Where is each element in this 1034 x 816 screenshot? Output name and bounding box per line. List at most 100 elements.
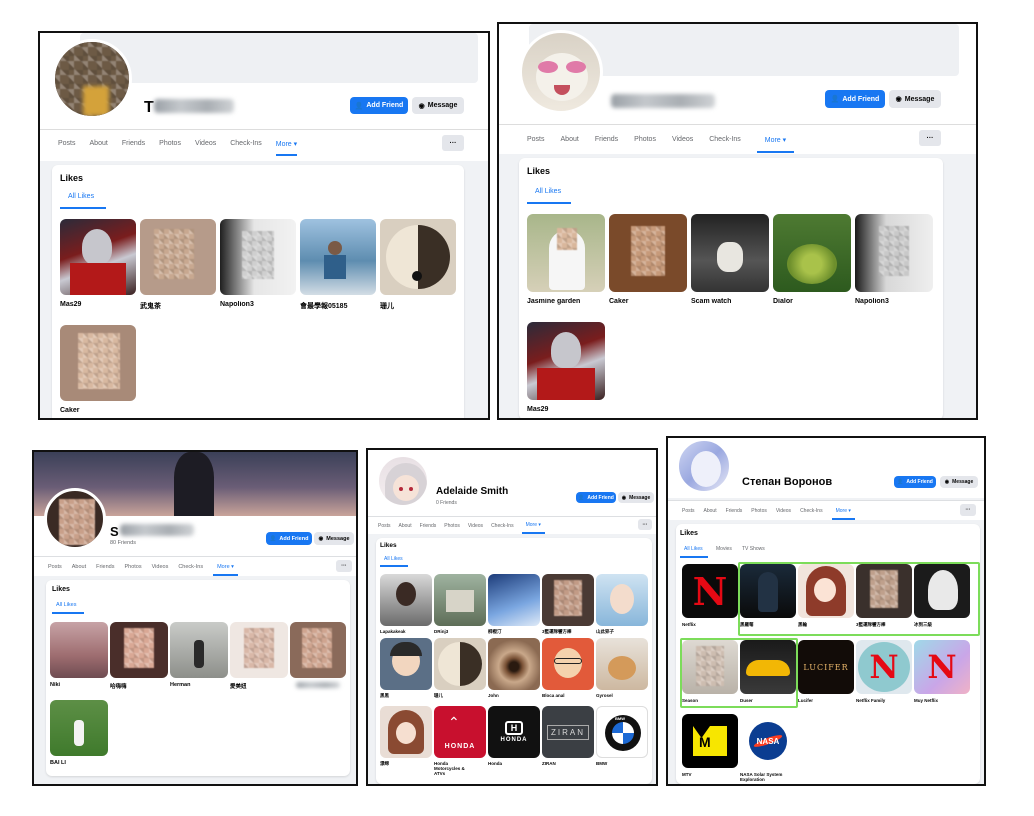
- like-label[interactable]: BMW: [596, 761, 607, 766]
- add-friend-button[interactable]: 👤 Add Friend: [266, 532, 312, 545]
- like-label[interactable]: Mas29: [527, 406, 605, 413]
- like-thumbnail[interactable]: [50, 622, 108, 678]
- message-button[interactable]: ◉ Message: [940, 476, 978, 488]
- like-thumbnail[interactable]: [542, 574, 594, 626]
- tab-posts[interactable]: Posts: [527, 136, 545, 143]
- like-label[interactable]: Napolion3: [855, 298, 933, 305]
- friend-count[interactable]: 0 Friends: [436, 500, 457, 506]
- profile-avatar[interactable]: [376, 454, 430, 508]
- tab-friends[interactable]: Friends: [122, 140, 145, 147]
- profile-avatar[interactable]: [52, 39, 132, 119]
- more-options-button[interactable]: ···: [919, 130, 941, 146]
- like-thumbnail[interactable]: ⌃ HONDA: [434, 706, 486, 758]
- like-thumbnail[interactable]: [855, 214, 933, 292]
- like-label[interactable]: DRinj3: [434, 629, 486, 634]
- tab-all-likes[interactable]: All Likes: [684, 546, 703, 552]
- like-label[interactable]: 黑黑: [380, 693, 432, 699]
- like-label[interactable]: John: [488, 693, 540, 698]
- like-label[interactable]: Dialor: [773, 298, 851, 305]
- tab-all-likes[interactable]: All Likes: [384, 556, 403, 562]
- like-thumbnail[interactable]: [60, 219, 136, 295]
- like-label[interactable]: 山此猝子: [596, 629, 648, 635]
- tab-checkins[interactable]: Check-Ins: [491, 523, 514, 529]
- like-label[interactable]: Gyrosel: [596, 693, 648, 698]
- tab-about[interactable]: About: [90, 140, 108, 147]
- tab-friends[interactable]: Friends: [96, 564, 114, 570]
- like-thumbnail[interactable]: [220, 219, 296, 295]
- like-label[interactable]: Mas29: [60, 301, 136, 308]
- like-label-honda-atv[interactable]: Honda Motorcycles & ATVs: [434, 761, 474, 776]
- add-friend-button[interactable]: 👤 Add Friend: [576, 492, 616, 503]
- tab-about[interactable]: About: [399, 523, 412, 529]
- tab-more[interactable]: More ▾: [521, 517, 545, 534]
- like-label[interactable]: 會最學報05185: [300, 301, 376, 311]
- like-thumbnail[interactable]: [380, 638, 432, 690]
- like-label[interactable]: Scam watch: [691, 298, 769, 305]
- like-label[interactable]: NASA Solar System Exploration: [740, 772, 798, 782]
- friend-count[interactable]: 80 Friends: [110, 540, 136, 546]
- tab-more[interactable]: More ▾: [213, 558, 238, 576]
- tab-movies[interactable]: Movies: [716, 546, 732, 552]
- like-thumbnail[interactable]: M: [682, 714, 738, 768]
- like-label[interactable]: 3籃運隊響方棒: [542, 629, 594, 635]
- like-label[interactable]: 愛美妞: [230, 682, 288, 690]
- tab-posts[interactable]: Posts: [48, 564, 62, 570]
- add-friend-button[interactable]: 👤 Add Friend: [894, 476, 936, 488]
- like-label[interactable]: Herman: [170, 682, 228, 688]
- like-label[interactable]: Napolion3: [220, 301, 296, 308]
- like-thumbnail[interactable]: [434, 638, 486, 690]
- tab-videos[interactable]: Videos: [672, 136, 693, 143]
- tab-videos[interactable]: Videos: [468, 523, 483, 529]
- like-label[interactable]: ZIRAN: [542, 761, 556, 766]
- tab-about[interactable]: About: [704, 508, 717, 514]
- profile-avatar[interactable]: [519, 30, 603, 114]
- add-friend-button[interactable]: 👤 Add Friend: [825, 90, 885, 108]
- like-label[interactable]: Honda: [488, 761, 502, 766]
- tab-friends[interactable]: Friends: [726, 508, 743, 514]
- like-label[interactable]: 哈嗨嗨: [110, 682, 168, 690]
- like-thumbnail[interactable]: LUCIFER: [798, 640, 854, 694]
- like-thumbnail[interactable]: NASA: [740, 714, 796, 768]
- message-button[interactable]: ◉ Message: [412, 97, 464, 114]
- like-thumbnail[interactable]: [527, 322, 605, 400]
- tab-posts[interactable]: Posts: [682, 508, 695, 514]
- like-thumbnail[interactable]: [527, 214, 605, 292]
- message-button[interactable]: ◉ Message: [618, 492, 654, 503]
- add-friend-button[interactable]: 👤 Add Friend: [350, 97, 408, 114]
- like-thumbnail[interactable]: [609, 214, 687, 292]
- tab-posts[interactable]: Posts: [378, 523, 391, 529]
- like-thumbnail[interactable]: [110, 622, 168, 678]
- more-options-button[interactable]: ···: [442, 135, 464, 151]
- like-thumbnail[interactable]: [380, 219, 456, 295]
- like-thumbnail[interactable]: [140, 219, 216, 295]
- like-thumbnail[interactable]: [230, 622, 288, 678]
- like-label[interactable]: Jasmine garden: [527, 298, 605, 305]
- tab-more[interactable]: More ▾: [275, 132, 298, 156]
- tab-about[interactable]: About: [561, 136, 579, 143]
- like-thumbnail[interactable]: H HONDA: [488, 706, 540, 758]
- more-options-button[interactable]: ···: [336, 560, 352, 572]
- like-thumbnail[interactable]: [300, 219, 376, 295]
- more-options-button[interactable]: ···: [638, 519, 652, 530]
- tab-videos[interactable]: Videos: [776, 508, 791, 514]
- tab-checkins[interactable]: Check-Ins: [230, 140, 262, 147]
- tab-videos[interactable]: Videos: [152, 564, 169, 570]
- like-label[interactable]: Caker: [60, 407, 136, 414]
- tab-photos[interactable]: Photos: [159, 140, 181, 147]
- like-thumbnail[interactable]: [488, 638, 540, 690]
- like-thumbnail[interactable]: [596, 574, 648, 626]
- like-label[interactable]: Bloca anal: [542, 693, 594, 698]
- like-label[interactable]: Lucifer: [798, 698, 854, 703]
- tab-checkins[interactable]: Check-Ins: [178, 564, 203, 570]
- like-label[interactable]: MTV: [682, 772, 738, 777]
- like-thumbnail[interactable]: [60, 325, 136, 401]
- like-thumbnail[interactable]: BMW: [596, 706, 648, 758]
- like-thumbnail[interactable]: [773, 214, 851, 292]
- like-thumbnail[interactable]: [290, 622, 346, 678]
- like-label[interactable]: Caker: [609, 298, 687, 305]
- message-button[interactable]: ◉ Message: [889, 90, 941, 108]
- like-label[interactable]: 漂绵: [380, 761, 432, 767]
- like-label[interactable]: Netflix: [682, 622, 738, 627]
- tab-checkins[interactable]: Check-Ins: [800, 508, 823, 514]
- like-thumbnail[interactable]: ZIRAN: [542, 706, 594, 758]
